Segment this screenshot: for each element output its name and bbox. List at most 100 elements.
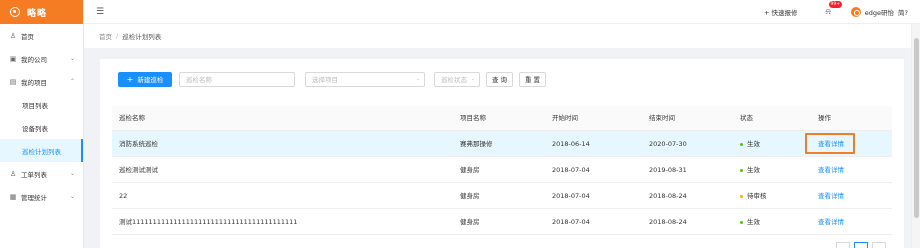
inspection-name-placeholder: 巡检名称 [186, 76, 212, 84]
query-label: 查 询 [491, 76, 508, 84]
cell-end: 2018-08-24 [649, 192, 687, 200]
status-text: 生效 [747, 166, 760, 174]
ticket-icon: ♙ [9, 169, 17, 178]
sidebar-item-label: 我的项目 [21, 78, 47, 87]
username[interactable]: edge研怡 [865, 7, 894, 17]
table-row: 测试11111111111111111111111111111111111111… [112, 209, 892, 235]
inspection-table: 巡检名称 项目名称 开始时间 结束时间 状态 操作 消防系统巡检 赛弗那操修 2… [112, 106, 892, 235]
status-text: 生效 [747, 140, 760, 148]
query-button[interactable]: 查 询 [486, 71, 513, 87]
menu-fold-icon[interactable]: ☰ [96, 7, 104, 17]
chart-icon: ▦ [9, 192, 17, 201]
project-select-placeholder: 选择项目 [312, 76, 338, 84]
sidebar-item-label: 工单列表 [21, 170, 47, 179]
app-logo[interactable]: 略略 [0, 0, 83, 24]
language-switch[interactable]: 简? [898, 7, 908, 17]
chevron-down-icon: ⌄ [69, 55, 75, 62]
col-header-start: 开始时间 [552, 114, 578, 122]
sidebar-item-my-company[interactable]: ▣ 我的公司 ⌄ [0, 47, 83, 70]
scrollbar-thumb[interactable] [914, 38, 919, 218]
sidebar-item-my-projects[interactable]: ▤ 我的项目 ⌃ [0, 70, 83, 93]
sidebar-item-label: 管理统计 [21, 193, 47, 202]
notification-badge: 99+ [828, 1, 842, 8]
chevron-down-icon: ⌄ [470, 76, 475, 82]
cell-end: 2020-07-30 [649, 140, 687, 148]
breadcrumb: 首页 / 巡检计划列表 [84, 24, 920, 48]
avatar[interactable] [850, 7, 861, 17]
sidebar-subitem-inspection-plan-list[interactable]: 巡检计划列表 [0, 139, 83, 162]
cell-name: 消防系统巡检 [119, 140, 158, 148]
breadcrumb-current: 巡检计划列表 [122, 33, 162, 41]
vertical-scrollbar[interactable] [911, 24, 920, 248]
cell-project: 健身房 [460, 192, 480, 200]
chevron-up-icon: ⌃ [69, 78, 75, 85]
cell-start: 2018-07-04 [552, 218, 590, 226]
cell-name: 测试11111111111111111111111111111111111111… [119, 218, 298, 226]
chevron-down-icon: ⌄ [69, 170, 75, 177]
status-dot [740, 142, 743, 146]
sidebar-item-label: 设备列表 [22, 124, 48, 133]
sidebar-subitem-device-list[interactable]: 设备列表 [0, 116, 83, 139]
sidebar-item-label: 项目列表 [22, 101, 48, 110]
cell-status: 待审核 [740, 183, 767, 209]
chevron-down-icon: ⌄ [69, 193, 75, 200]
cell-name: 22 [119, 192, 128, 200]
col-header-end: 结束时间 [649, 114, 675, 122]
status-text: 生效 [747, 218, 760, 226]
view-details-link[interactable]: 查看详情 [818, 183, 844, 209]
cell-name: 巡检测试测试 [119, 166, 158, 174]
view-details-link[interactable]: 查看详情 [818, 209, 844, 235]
table-header: 巡检名称 项目名称 开始时间 结束时间 状态 操作 [112, 106, 892, 131]
project-select[interactable]: 选择项目 ⌄ [305, 71, 425, 87]
status-select[interactable]: 巡检状态 ⌄ [434, 71, 480, 87]
cell-start: 2018-07-04 [552, 192, 590, 200]
breadcrumb-home[interactable]: 首页 [99, 31, 112, 41]
sidebar-item-home[interactable]: ♙ 首页 [0, 24, 83, 47]
cell-project: 赛弗那操修 [460, 140, 493, 148]
sidebar-subitem-project-list[interactable]: 项目列表 [0, 93, 83, 116]
cell-end: 2018-08-24 [649, 218, 687, 226]
main-card: + 新建巡检 巡检名称 选择项目 ⌄ 巡检状态 ⌄ 查 询 重 置 巡检名称 项… [100, 59, 904, 248]
cell-status: 生效 [740, 209, 760, 235]
filter-toolbar: + 新建巡检 巡检名称 选择项目 ⌄ 巡检状态 ⌄ 查 询 重 置 [118, 71, 552, 87]
chevron-down-icon: ⌄ [415, 76, 420, 82]
sidebar-item-label: 首页 [21, 32, 34, 41]
sidebar: 略略 ♙ 首页 ▣ 我的公司 ⌄ ▤ 我的项目 ⌃ 项目列表 设备列表 巡检计划… [0, 0, 84, 248]
plus-icon: + [126, 74, 134, 84]
reset-label: 重 置 [524, 76, 541, 84]
reset-button[interactable]: 重 置 [519, 71, 546, 87]
cell-project: 健身房 [460, 218, 480, 226]
page-current-button[interactable] [854, 242, 868, 248]
bell-icon[interactable]: ⍾ 99+ [826, 1, 842, 17]
new-inspection-button[interactable]: + 新建巡检 [118, 71, 172, 87]
sidebar-item-tickets[interactable]: ♙ 工单列表 ⌄ [0, 162, 83, 185]
col-header-status: 状态 [740, 114, 753, 122]
cell-status: 生效 [740, 131, 760, 157]
inspection-name-input[interactable]: 巡检名称 [179, 71, 295, 87]
logo-icon [10, 7, 20, 17]
col-header-project: 项目名称 [460, 114, 486, 122]
cell-start: 2018-06-14 [552, 140, 590, 148]
page-prev-button[interactable] [836, 242, 850, 248]
table-row: 22 健身房 2018-07-04 2018-08-24 待审核 查看详情 [112, 183, 892, 209]
focus-highlight-box [805, 133, 855, 154]
sidebar-item-management-stats[interactable]: ▦ 管理统计 ⌄ [0, 185, 83, 208]
cell-project: 健身房 [460, 166, 480, 174]
status-dot [740, 220, 743, 224]
app-name: 略略 [27, 8, 48, 19]
user-icon: ♙ [9, 31, 17, 40]
sidebar-item-label: 我的公司 [21, 55, 47, 64]
view-details-link[interactable]: 查看详情 [818, 157, 844, 183]
new-inspection-label: 新建巡检 [137, 76, 164, 84]
cell-end: 2019-08-31 [649, 166, 687, 174]
project-icon: ▤ [9, 77, 17, 86]
cell-status: 生效 [740, 157, 760, 183]
top-header: ☰ + 快速报修 ⍾ 99+ edge研怡 简? [84, 0, 920, 24]
status-dot [740, 168, 743, 172]
page-next-button[interactable] [872, 242, 886, 248]
status-select-placeholder: 巡检状态 [441, 76, 467, 84]
status-dot [740, 194, 743, 198]
quick-report-button[interactable]: + 快速报修 [764, 7, 798, 17]
cell-start: 2018-07-04 [552, 166, 590, 174]
status-text: 待审核 [747, 192, 767, 200]
